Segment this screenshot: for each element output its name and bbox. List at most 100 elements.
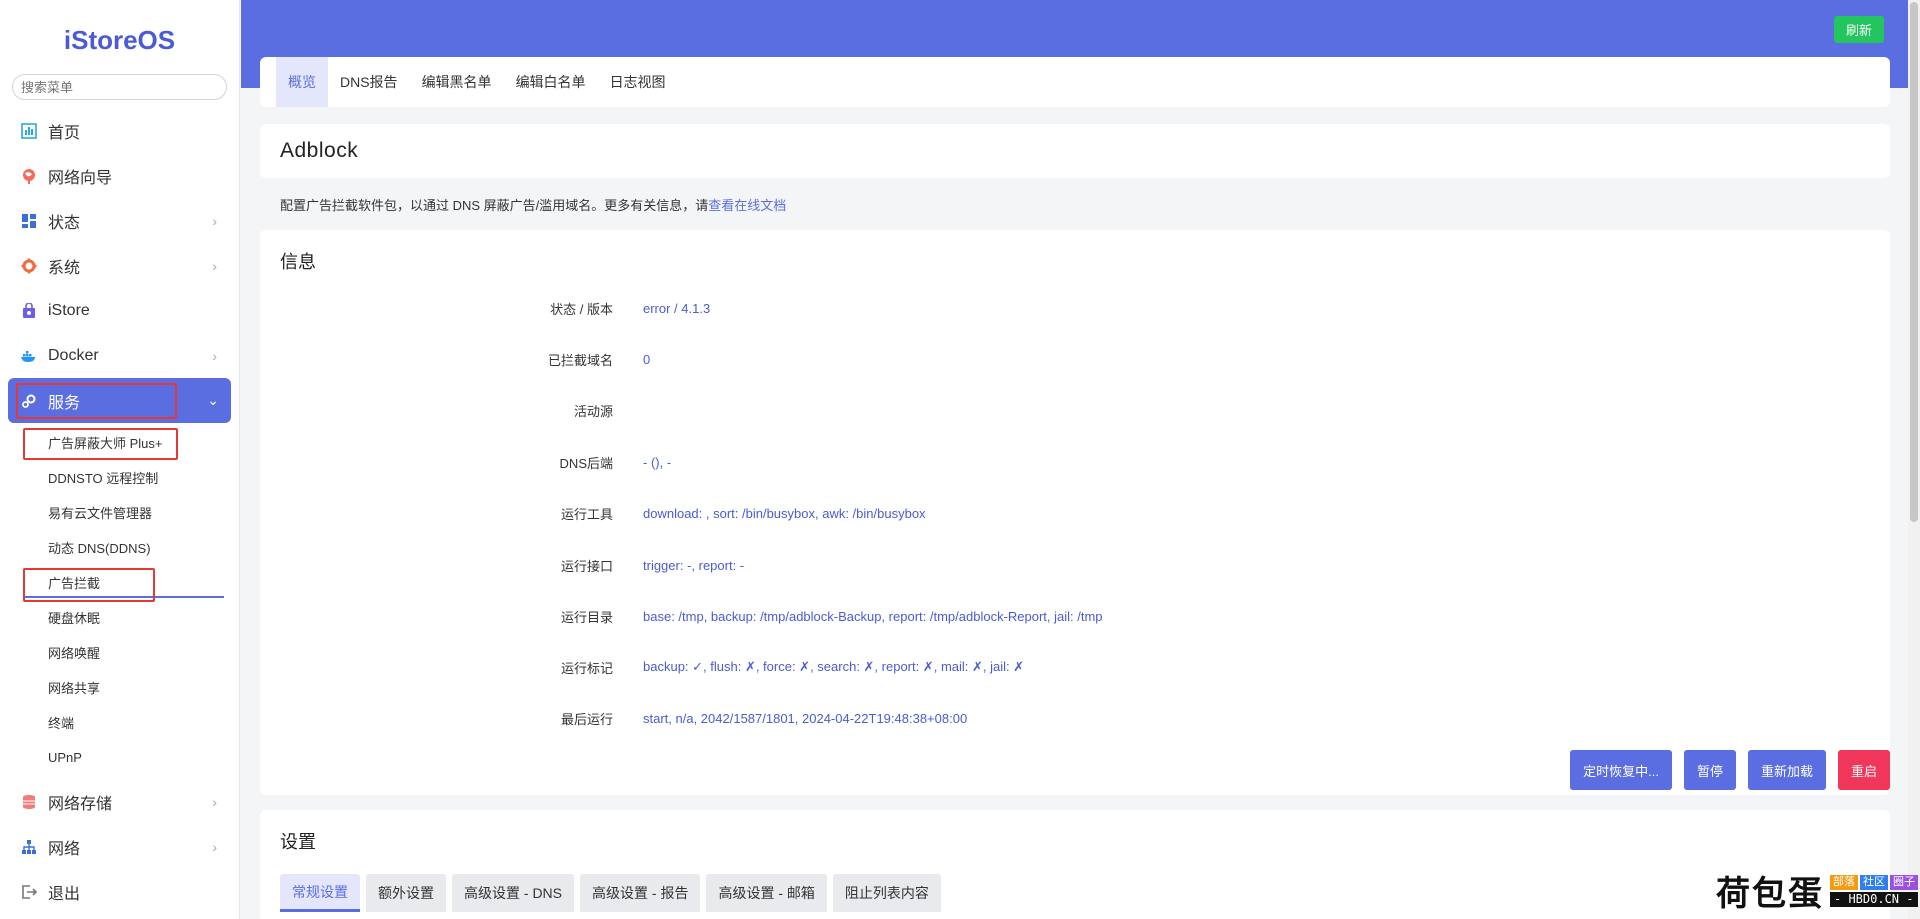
submenu-item-ddnsto[interactable]: DDNSTO 远程控制 xyxy=(0,460,239,495)
services-submenu: 广告屏蔽大师 Plus+ DDNSTO 远程控制 易有云文件管理器 动态 DNS… xyxy=(0,423,239,779)
tab-advanced-email[interactable]: 高级设置 - 邮箱 xyxy=(706,874,827,912)
watermark-tag: 部落 xyxy=(1830,874,1858,890)
doc-link[interactable]: 查看在线文档 xyxy=(708,198,786,213)
info-section: 信息 状态 / 版本 error / 4.1.3 已拦截域名 0 活动源 DNS… xyxy=(260,230,1890,795)
info-row-status: 状态 / 版本 error / 4.1.3 xyxy=(260,298,1890,318)
info-row-active-sources: 活动源 xyxy=(260,400,1890,420)
info-label: 运行标记 xyxy=(560,660,613,676)
tab-edit-whitelist[interactable]: 编辑白名单 xyxy=(504,57,598,107)
search-input[interactable] xyxy=(12,74,227,100)
submenu-item-linkease[interactable]: 易有云文件管理器 xyxy=(0,495,239,530)
submenu-item-wol[interactable]: 网络唤醒 xyxy=(0,635,239,670)
chevron-right-icon: › xyxy=(212,347,217,364)
title-card: Adblock xyxy=(260,124,1890,178)
tab-dns-report[interactable]: DNS报告 xyxy=(328,57,410,107)
submenu-item-hd-idle[interactable]: 硬盘休眠 xyxy=(0,600,239,635)
tab-advanced-report[interactable]: 高级设置 - 报告 xyxy=(580,874,701,912)
reload-button[interactable]: 重新加载 xyxy=(1747,750,1826,790)
sidebar-item-system[interactable]: 系统 › xyxy=(0,243,239,288)
restart-button[interactable]: 重启 xyxy=(1837,750,1890,790)
tab-blocklist-content[interactable]: 阻止列表内容 xyxy=(832,874,941,912)
info-value: base: /tmp, backup: /tmp/adblock-Backup,… xyxy=(643,608,1103,624)
submenu-item-ddns[interactable]: 动态 DNS(DDNS) xyxy=(0,530,239,565)
info-value: start, n/a, 2042/1587/1801, 2024-04-22T1… xyxy=(643,710,968,726)
info-row-last-run: 最后运行 start, n/a, 2042/1587/1801, 2024-04… xyxy=(260,708,1890,728)
watermark: 荷包蛋 部落 社区 圈子 - HBD0.CN - xyxy=(1716,866,1918,915)
store-icon xyxy=(20,302,38,320)
info-value: - (), - xyxy=(643,454,672,470)
description-text: 配置广告拦截软件包，以通过 DNS 屏蔽广告/滥用域名。更多有关信息，请 xyxy=(280,198,709,213)
settings-tabs: 常规设置 额外设置 高级设置 - DNS 高级设置 - 报告 高级设置 - 邮箱… xyxy=(280,874,941,912)
watermark-side: 部落 社区 圈子 - HBD0.CN - xyxy=(1830,874,1918,907)
tab-overview[interactable]: 概览 xyxy=(276,57,328,107)
docker-icon xyxy=(20,347,38,365)
info-label: DNS后端 xyxy=(559,455,613,471)
network-icon xyxy=(20,838,38,856)
sidebar-item-label: Docker xyxy=(48,346,99,364)
watermark-text: 荷包蛋 xyxy=(1716,874,1824,914)
page-tabs: 概览 DNS报告 编辑黑名单 编辑白名单 日志视图 xyxy=(260,57,1890,107)
pause-button[interactable]: 暂停 xyxy=(1683,750,1736,790)
info-label: 最后运行 xyxy=(560,711,613,727)
submenu-item-terminal[interactable]: 终端 xyxy=(0,705,239,740)
tab-general-settings[interactable]: 常规设置 xyxy=(280,874,360,912)
watermark-tag: 圈子 xyxy=(1890,874,1918,890)
tab-extra-settings[interactable]: 额外设置 xyxy=(366,874,446,912)
sidebar-item-docker[interactable]: Docker › xyxy=(0,333,239,378)
sidebar-item-label: 退出 xyxy=(48,885,81,903)
storage-icon xyxy=(20,793,38,811)
refresh-button[interactable]: 刷新 xyxy=(1833,16,1884,43)
chevron-right-icon: › xyxy=(212,212,217,229)
sidebar-item-nas[interactable]: 网络存储 › xyxy=(0,779,239,824)
brand-logo[interactable]: iStoreOS xyxy=(0,0,239,80)
sidebar-menu: 首页 网络向导 状态 › 系统 › iStore Docker › 服务 ⌄ 广… xyxy=(0,108,239,914)
sidebar-item-istore[interactable]: iStore xyxy=(0,288,239,333)
chevron-right-icon: › xyxy=(212,257,217,274)
gear-icon xyxy=(20,257,38,275)
services-icon xyxy=(20,392,38,410)
info-label: 状态 / 版本 xyxy=(550,301,613,317)
info-row-dns-backend: DNS后端 - (), - xyxy=(260,452,1890,472)
watermark-tags: 部落 社区 圈子 xyxy=(1830,874,1918,890)
sidebar-item-status[interactable]: 状态 › xyxy=(0,198,239,243)
sidebar: iStoreOS 首页 网络向导 状态 › 系统 xyxy=(0,0,240,919)
sidebar-item-network-wizard[interactable]: 网络向导 xyxy=(0,153,239,198)
info-row-run-ifaces: 运行接口 trigger: -, report: - xyxy=(260,555,1890,575)
submenu-item-adblock[interactable]: 广告拦截 xyxy=(0,565,239,600)
submenu-item-samba[interactable]: 网络共享 xyxy=(0,670,239,705)
info-heading: 信息 xyxy=(280,252,316,272)
info-value: trigger: -, report: - xyxy=(643,557,745,573)
watermark-tag: 社区 xyxy=(1860,874,1888,890)
tab-edit-blacklist[interactable]: 编辑黑名单 xyxy=(410,57,504,107)
page-scrollbar[interactable] xyxy=(1908,0,1920,919)
logout-icon xyxy=(20,883,38,901)
sidebar-item-label: 系统 xyxy=(48,259,81,277)
sidebar-item-services[interactable]: 服务 ⌄ xyxy=(8,378,231,423)
status-icon xyxy=(20,212,38,230)
scrollbar-thumb[interactable] xyxy=(1910,2,1918,522)
submenu-item-upnp[interactable]: UPnP xyxy=(0,740,239,775)
chevron-down-icon: ⌄ xyxy=(207,392,219,408)
info-value: 0 xyxy=(643,351,651,367)
sidebar-item-label: 网络 xyxy=(48,840,81,858)
sidebar-item-label: 首页 xyxy=(48,124,81,142)
sidebar-item-network[interactable]: 网络 › xyxy=(0,824,239,869)
info-label: 运行目录 xyxy=(560,609,613,625)
sidebar-item-logout[interactable]: 退出 xyxy=(0,869,239,914)
info-row-blocked-domains: 已拦截域名 0 xyxy=(260,349,1890,369)
info-label: 已拦截域名 xyxy=(547,352,613,368)
watermark-site: - HBD0.CN - xyxy=(1830,891,1918,907)
timed-resume-button[interactable]: 定时恢复中... xyxy=(1570,750,1672,790)
info-label: 活动源 xyxy=(573,403,613,419)
tab-advanced-dns[interactable]: 高级设置 - DNS xyxy=(452,874,574,912)
submenu-item-adblock-plus[interactable]: 广告屏蔽大师 Plus+ xyxy=(0,425,239,460)
info-row-run-flags: 运行标记 backup: ✓, flush: ✗, force: ✗, sear… xyxy=(260,657,1890,677)
sidebar-item-label: 网络存储 xyxy=(48,795,113,813)
info-value: error / 4.1.3 xyxy=(643,300,711,316)
info-actions: 定时恢复中... 暂停 重新加载 重启 xyxy=(1570,750,1890,790)
page-description: 配置广告拦截软件包，以通过 DNS 屏蔽广告/滥用域名。更多有关信息，请查看在线… xyxy=(280,195,786,214)
sidebar-item-home[interactable]: 首页 xyxy=(0,108,239,153)
tab-log-view[interactable]: 日志视图 xyxy=(598,57,678,107)
settings-heading: 设置 xyxy=(280,832,316,852)
sidebar-item-label: 网络向导 xyxy=(48,169,113,187)
